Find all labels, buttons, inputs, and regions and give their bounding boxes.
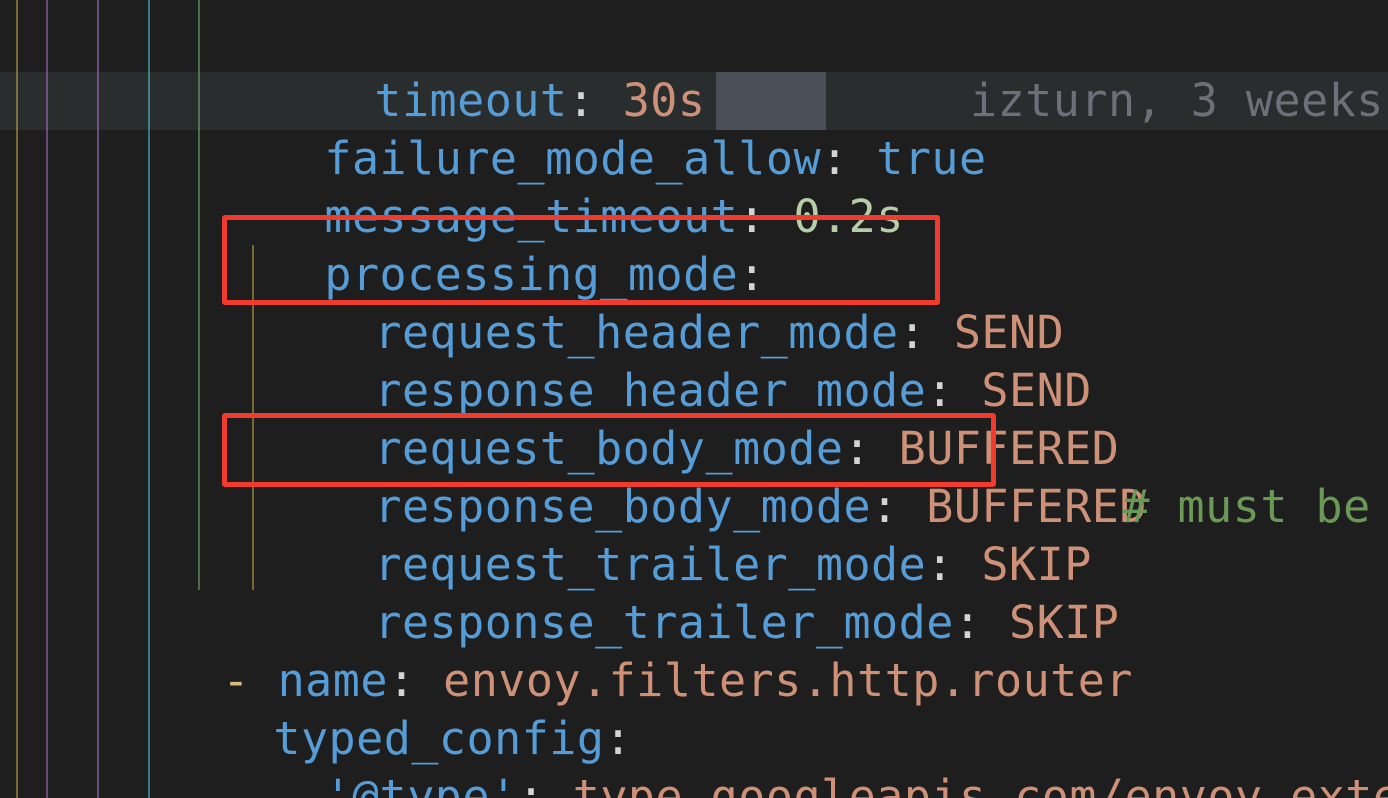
colon: : — [518, 770, 546, 798]
yaml-value: type.googleapis.com/envoy.extensions. — [573, 770, 1388, 798]
code-line[interactable]: - name: envoy.filters.http.router — [112, 594, 1388, 652]
code-comment: # must be this — [1012, 420, 1388, 478]
code-line[interactable]: response_header_mode: SEND — [264, 304, 1388, 362]
indent-guide — [198, 0, 200, 590]
code-line[interactable]: processing_mode: — [214, 188, 1388, 246]
code-editor[interactable]: timeout: 30s failure_mode_allow: true iz… — [0, 0, 1388, 798]
code-line[interactable]: request_header_mode: SEND — [264, 246, 1388, 304]
indent-guide — [97, 0, 99, 798]
indent-guide — [16, 0, 18, 798]
code-line[interactable]: response_trailer_mode: SKIP — [264, 536, 1388, 594]
code-line[interactable]: timeout: 30s — [264, 14, 1388, 72]
indent-guide — [46, 0, 48, 798]
code-line[interactable]: typed_config: — [163, 652, 1388, 710]
code-line[interactable]: request_trailer_mode: SKIP — [264, 478, 1388, 536]
git-blame-annotation: izturn, 3 weeks a — [970, 72, 1388, 130]
code-line[interactable]: request_body_mode: BUFFERED — [264, 362, 1388, 420]
yaml-key: '@type' — [324, 770, 517, 798]
code-line[interactable]: message_timeout: 0.2s — [214, 130, 1388, 188]
code-line[interactable]: '@type': type.googleapis.com/envoy.exten… — [214, 710, 1388, 768]
